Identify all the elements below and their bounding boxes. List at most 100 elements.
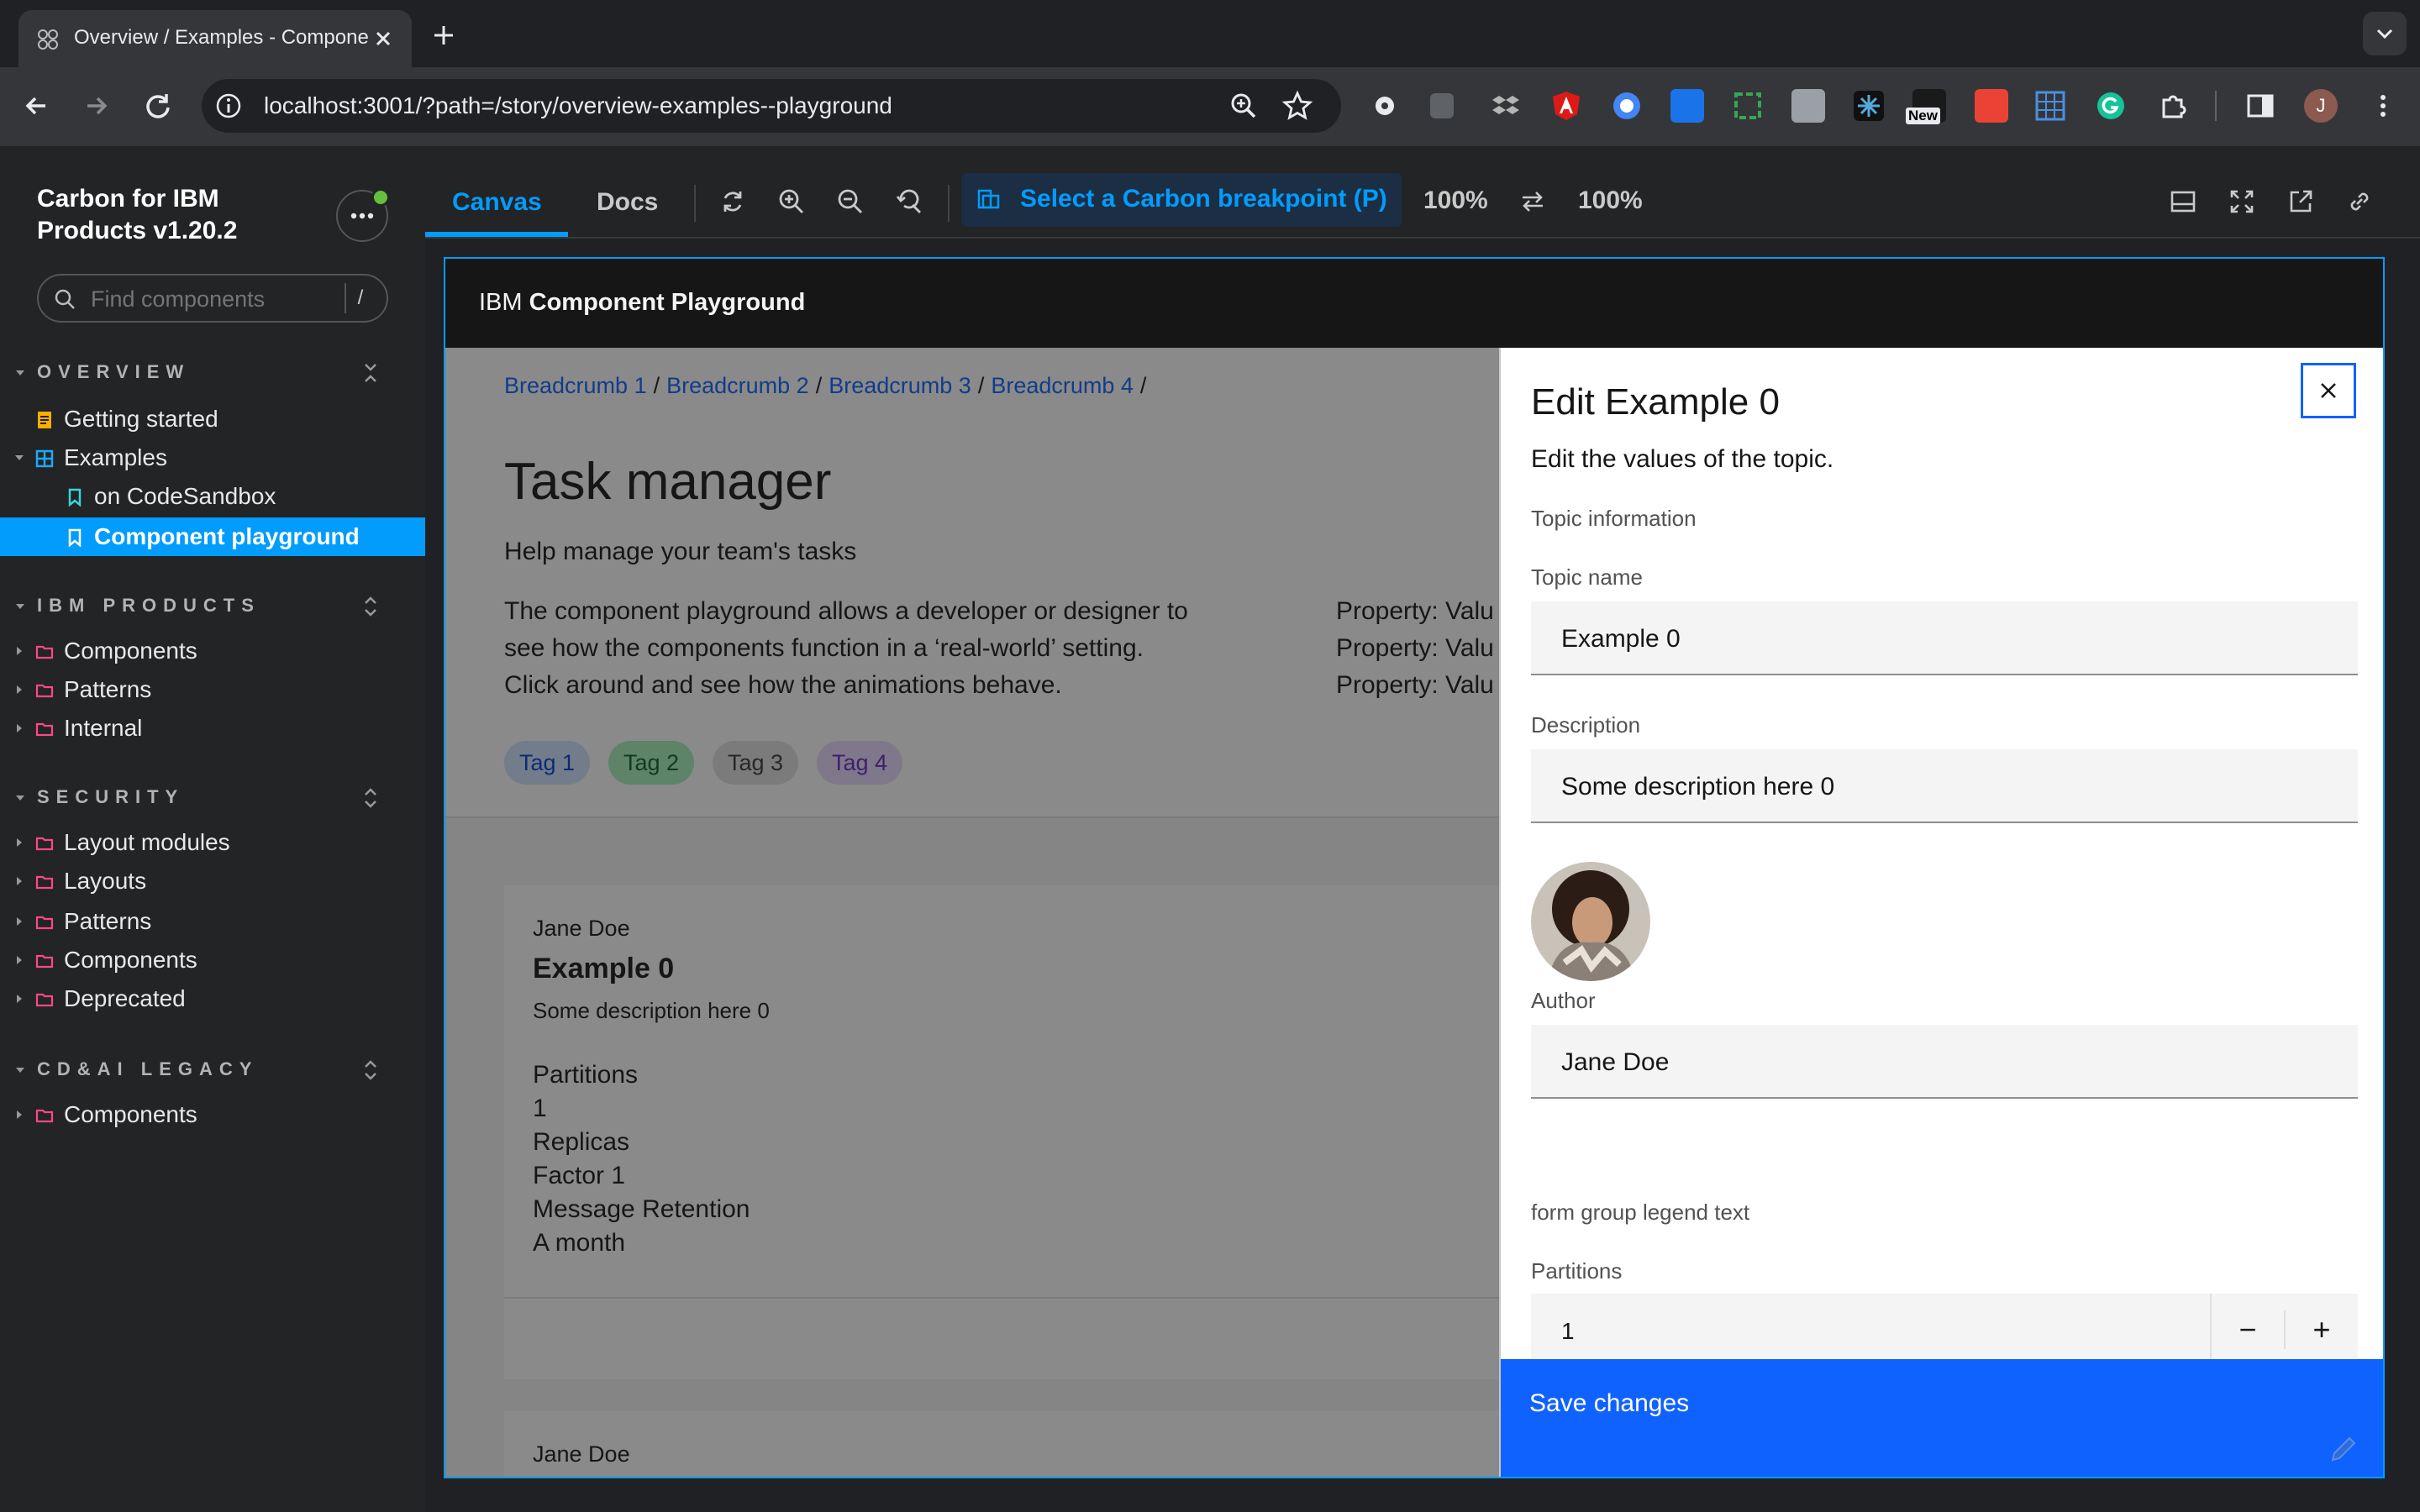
- bookmark-star-icon[interactable]: [1281, 89, 1314, 123]
- tab-search-button[interactable]: [2363, 12, 2407, 55]
- breakpoint-icon: [977, 189, 1000, 209]
- sidebar-item-layout-modules[interactable]: Layout modules: [0, 823, 425, 862]
- sidebar-item-label: Patterns: [64, 676, 152, 702]
- profile-avatar[interactable]: J: [2304, 89, 2338, 123]
- sidebar-item-components[interactable]: Components: [0, 632, 425, 670]
- site-info-icon[interactable]: [213, 91, 244, 121]
- sidebar-item-component-playground[interactable]: Component playground: [0, 517, 425, 556]
- blue-circle-extension-icon[interactable]: [1610, 89, 1644, 123]
- sidebar-item-security-components[interactable]: Components: [0, 941, 425, 979]
- document-icon: [38, 412, 51, 428]
- modal-overlay[interactable]: [445, 348, 1499, 1477]
- viewport-width[interactable]: 100%: [1423, 186, 1488, 215]
- breakpoint-selector-button[interactable]: Select a Carbon breakpoint (P): [961, 173, 1402, 227]
- sidebar-item-internal[interactable]: Internal: [0, 709, 425, 748]
- tab-docs[interactable]: Docs: [597, 188, 658, 217]
- caret-down-icon: [16, 604, 24, 609]
- app-header-title[interactable]: IBM Component Playground: [479, 289, 805, 317]
- component-search[interactable]: /: [37, 274, 388, 323]
- author-field[interactable]: [1531, 1025, 2358, 1099]
- section-cdai-legacy[interactable]: CD&AI LEGACY: [0, 1052, 425, 1089]
- zoom-in-icon[interactable]: [776, 186, 807, 217]
- sidebar-menu-button[interactable]: [336, 188, 390, 242]
- collapse-all-icon[interactable]: [360, 361, 381, 385]
- save-changes-button[interactable]: Save changes: [1501, 1359, 2383, 1477]
- gray-square-extension-icon[interactable]: [1791, 89, 1825, 123]
- tab-title: Overview / Examples - Component playgrou…: [74, 26, 368, 49]
- partitions-input[interactable]: [1560, 1314, 2151, 1349]
- browser-tab[interactable]: Overview / Examples - Component playgrou…: [18, 10, 412, 67]
- edit-side-panel: Edit Example 0 Edit the values of the to…: [1499, 348, 2383, 1477]
- url-text[interactable]: localhost:3001/?path=/story/overview-exa…: [264, 92, 892, 119]
- folder-icon: [35, 875, 54, 890]
- angular-devtools-icon[interactable]: [1549, 89, 1583, 123]
- caret-down-icon: [16, 370, 24, 375]
- back-arrow-icon[interactable]: [17, 86, 57, 126]
- colorful-star-extension-icon[interactable]: [1852, 89, 1886, 123]
- green-box-extension-icon[interactable]: [1731, 89, 1765, 123]
- extension-gray-icon[interactable]: [1430, 93, 1454, 118]
- sidebar-item-label: Internal: [64, 715, 143, 741]
- zoom-out-icon[interactable]: [835, 186, 865, 217]
- decrement-button[interactable]: −: [2212, 1294, 2284, 1366]
- partitions-number-input[interactable]: − +: [1531, 1294, 2358, 1368]
- settings-gear-extension-icon[interactable]: [1368, 89, 1402, 123]
- expand-all-icon[interactable]: [360, 595, 381, 618]
- section-security[interactable]: SECURITY: [0, 780, 425, 816]
- section-ibm-products[interactable]: IBM PRODUCTS: [0, 588, 425, 625]
- sidebar-item-deprecated[interactable]: Deprecated: [0, 979, 425, 1018]
- sidebar-item-codesandbox[interactable]: on CodeSandbox: [0, 477, 425, 516]
- increment-button[interactable]: +: [2286, 1294, 2358, 1366]
- dropbox-icon[interactable]: [1489, 89, 1523, 123]
- tab-canvas[interactable]: Canvas: [452, 188, 542, 217]
- red-extension-icon[interactable]: [1975, 89, 2008, 123]
- rotate-viewport-icon[interactable]: [1518, 186, 1548, 217]
- sidebar-item-security-patterns[interactable]: Patterns: [0, 902, 425, 941]
- expand-all-icon[interactable]: [360, 786, 381, 810]
- new-tab-icon[interactable]: [427, 18, 460, 52]
- forward-arrow-icon[interactable]: [76, 86, 116, 126]
- reset-zoom-icon[interactable]: [894, 186, 924, 217]
- section-overview[interactable]: OVERVIEW: [0, 354, 425, 391]
- close-tab-icon[interactable]: [368, 24, 398, 54]
- panel-subtitle: Edit the values of the topic.: [1531, 445, 1834, 473]
- description-input[interactable]: [1560, 769, 2319, 805]
- address-bar[interactable]: localhost:3001/?path=/story/overview-exa…: [202, 79, 1341, 133]
- reload-icon[interactable]: [138, 86, 178, 126]
- sidebar-item-examples[interactable]: Examples: [0, 438, 425, 477]
- brand-title[interactable]: Carbon for IBM Products v1.20.2: [37, 183, 289, 247]
- search-input[interactable]: [89, 284, 345, 314]
- fullscreen-icon[interactable]: [2227, 186, 2257, 217]
- extensions-puzzle-icon[interactable]: [2156, 89, 2190, 123]
- grammarly-icon[interactable]: [2094, 89, 2128, 123]
- storybook-toolbar: Canvas Docs Select a Carbon breakpoint (…: [425, 146, 2420, 239]
- browser-menu-icon[interactable]: [2366, 89, 2400, 123]
- addons-panel-icon[interactable]: [2168, 186, 2198, 217]
- open-new-tab-icon[interactable]: [2286, 186, 2316, 217]
- remount-icon[interactable]: [718, 186, 748, 217]
- sidebar-item-legacy-components[interactable]: Components: [0, 1095, 425, 1134]
- side-panel-icon[interactable]: [2244, 89, 2277, 123]
- caret-right-icon: [17, 724, 22, 732]
- author-input[interactable]: [1560, 1045, 2319, 1080]
- monitor-extension-icon[interactable]: [1670, 89, 1704, 123]
- edit-pencil-icon[interactable]: [2326, 1431, 2361, 1467]
- description-field[interactable]: [1531, 749, 2358, 823]
- sidebar-item-getting-started[interactable]: Getting started: [0, 400, 425, 438]
- story-canvas: IBM Component Playground Breadcrumb 1/Br…: [444, 257, 2385, 1478]
- zoom-icon[interactable]: [1227, 89, 1260, 123]
- caret-right-icon: [17, 995, 22, 1003]
- topic-name-input[interactable]: [1560, 622, 2319, 657]
- grid-extension-icon[interactable]: [2033, 89, 2067, 123]
- sidebar-item-patterns[interactable]: Patterns: [0, 670, 425, 709]
- close-panel-button[interactable]: [2301, 363, 2356, 418]
- caret-right-icon: [17, 917, 22, 926]
- viewport-height[interactable]: 100%: [1578, 186, 1643, 215]
- expand-all-icon[interactable]: [360, 1058, 381, 1082]
- copy-link-icon[interactable]: [2344, 186, 2375, 217]
- sidebar-item-layouts[interactable]: Layouts: [0, 862, 425, 900]
- folder-icon: [35, 645, 54, 659]
- caret-right-icon: [17, 1110, 22, 1119]
- form-group-legend: form group legend text: [1531, 1200, 1750, 1225]
- topic-name-field[interactable]: [1531, 601, 2358, 675]
